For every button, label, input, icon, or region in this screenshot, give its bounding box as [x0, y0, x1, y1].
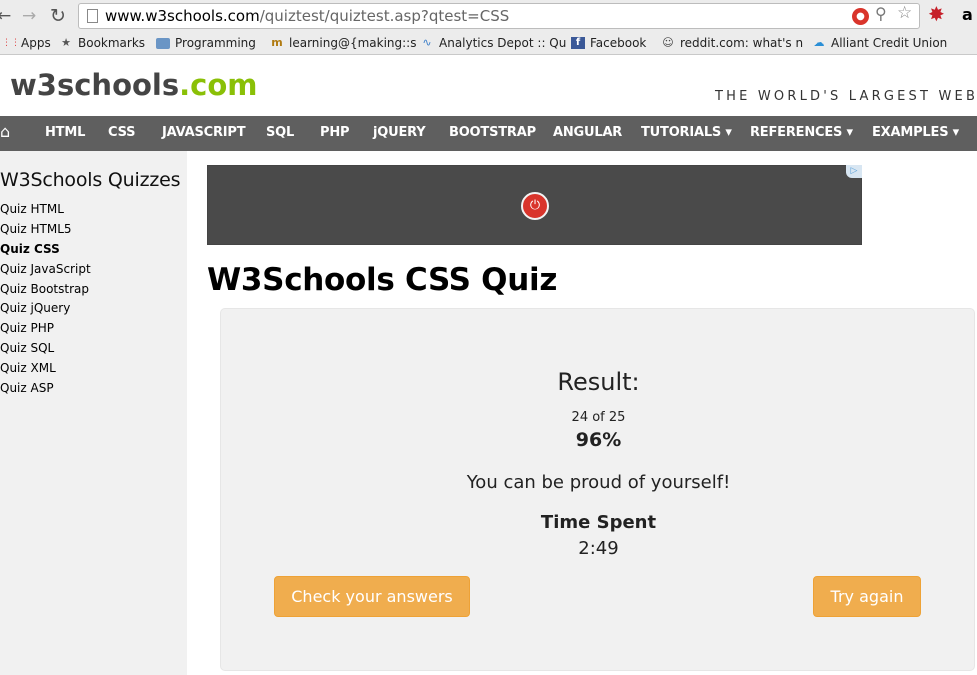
reload-icon[interactable]: ↻ [50, 6, 66, 26]
ad-banner[interactable]: ⏻ [207, 165, 862, 245]
lastpass-icon[interactable]: ● [852, 8, 869, 25]
site-header: w3schools.com THE WORLD'S LARGEST WEB [0, 56, 977, 116]
reddit-icon: ☺ [662, 36, 674, 49]
back-arrow-icon[interactable]: ← [0, 6, 11, 26]
result-message: You can be proud of yourself! [466, 472, 731, 493]
nav-css[interactable]: CSS [108, 125, 136, 140]
url-text[interactable]: www.w3schools.com/quiztest/quiztest.asp?… [105, 7, 509, 25]
cloud-icon: ☁ [813, 36, 825, 49]
nav-php[interactable]: PHP [320, 125, 350, 140]
nav-examples[interactable]: EXAMPLES ▾ [872, 125, 959, 140]
nav-references[interactable]: REFERENCES ▾ [750, 125, 853, 140]
sidebar-item-quiz-css[interactable]: Quiz CSS [0, 241, 91, 261]
plugin-blocked-icon: ⏻ [521, 192, 549, 220]
sidebar-item-quiz-jquery[interactable]: Quiz jQuery [0, 300, 91, 320]
favicon-icon: m [271, 36, 283, 49]
top-navigation: ⌂ HTML CSS JAVASCRIPT SQL PHP jQUERY BOO… [0, 116, 977, 151]
site-slogan: THE WORLD'S LARGEST WEB [715, 89, 977, 104]
sidebar-item-quiz-php[interactable]: Quiz PHP [0, 320, 91, 340]
sidebar: W3Schools Quizzes Quiz HTML Quiz HTML5 Q… [0, 151, 187, 675]
bookmark-apps[interactable]: ⋮⋮ Apps [2, 36, 51, 50]
try-again-button[interactable]: Try again [813, 576, 921, 617]
bookmark-analytics[interactable]: ∿ Analytics Depot :: Qu [420, 36, 566, 50]
bookmark-learning[interactable]: m learning@{making::s [270, 36, 416, 50]
sidebar-list: Quiz HTML Quiz HTML5 Quiz CSS Quiz JavaS… [0, 201, 91, 400]
folder-icon [156, 37, 170, 49]
sidebar-title: W3Schools Quizzes [0, 169, 181, 191]
bookmark-alliant[interactable]: ☁ Alliant Credit Union [812, 36, 948, 50]
result-score: 24 of 25 [571, 410, 626, 425]
result-percent: 96% [575, 429, 622, 451]
nav-jquery[interactable]: jQUERY [373, 125, 426, 140]
extension-burst-icon[interactable]: ✸ [928, 4, 948, 24]
ad-choices-icon[interactable]: ▷ [846, 165, 862, 178]
sidebar-item-quiz-javascript[interactable]: Quiz JavaScript [0, 261, 91, 281]
nav-tutorials[interactable]: TUTORIALS ▾ [641, 125, 732, 140]
url-path: /quiztest/quiztest.asp?qtest=CSS [259, 7, 510, 25]
home-icon[interactable]: ⌂ [0, 124, 16, 140]
nav-bootstrap[interactable]: BOOTSTRAP [449, 125, 536, 140]
bookmark-programming[interactable]: Programming [156, 36, 256, 50]
sidebar-item-quiz-sql[interactable]: Quiz SQL [0, 340, 91, 360]
nav-javascript[interactable]: JAVASCRIPT [162, 125, 246, 140]
nav-html[interactable]: HTML [45, 125, 85, 140]
url-host: www.w3schools.com [105, 7, 260, 25]
time-spent-label: Time Spent [540, 512, 657, 533]
result-panel: Result: 24 of 25 96% You can be proud of… [220, 308, 975, 671]
sidebar-item-quiz-bootstrap[interactable]: Quiz Bootstrap [0, 281, 91, 301]
bookmark-facebook[interactable]: f Facebook [571, 36, 646, 50]
site-logo[interactable]: w3schools.com [10, 68, 257, 102]
bookmarks-bar: ⋮⋮ Apps ★ Bookmarks Programming m learning@… [0, 33, 977, 55]
bookmark-star-icon[interactable]: ☆ [897, 5, 912, 22]
sidebar-item-quiz-html[interactable]: Quiz HTML [0, 201, 91, 221]
forward-arrow-icon[interactable]: → [22, 6, 36, 26]
sidebar-item-quiz-html5[interactable]: Quiz HTML5 [0, 221, 91, 241]
bookmark-bookmarks[interactable]: ★ Bookmarks [59, 36, 145, 50]
sidebar-item-quiz-asp[interactable]: Quiz ASP [0, 380, 91, 400]
page-icon [87, 9, 98, 23]
zoom-icon[interactable]: ⚲ [875, 6, 887, 22]
apps-grid-icon: ⋮⋮ [2, 38, 20, 48]
browser-toolbar: ← → ↻ www.w3schools.com/quiztest/quiztes… [0, 0, 977, 33]
result-heading: Result: [557, 368, 640, 396]
nav-angular[interactable]: ANGULAR [553, 125, 622, 140]
check-answers-button[interactable]: Check your answers [274, 576, 470, 617]
nav-sql[interactable]: SQL [266, 125, 294, 140]
facebook-icon: f [571, 37, 585, 49]
star-icon: ★ [61, 36, 71, 49]
bookmark-reddit[interactable]: ☺ reddit.com: what's n [661, 36, 803, 50]
amazon-extension-icon[interactable]: a [962, 5, 973, 24]
sidebar-item-quiz-xml[interactable]: Quiz XML [0, 360, 91, 380]
time-spent-value: 2:49 [578, 538, 619, 559]
page-title: W3Schools CSS Quiz [207, 262, 558, 298]
chart-line-icon: ∿ [422, 36, 432, 49]
address-bar[interactable]: www.w3schools.com/quiztest/quiztest.asp?… [78, 3, 920, 29]
